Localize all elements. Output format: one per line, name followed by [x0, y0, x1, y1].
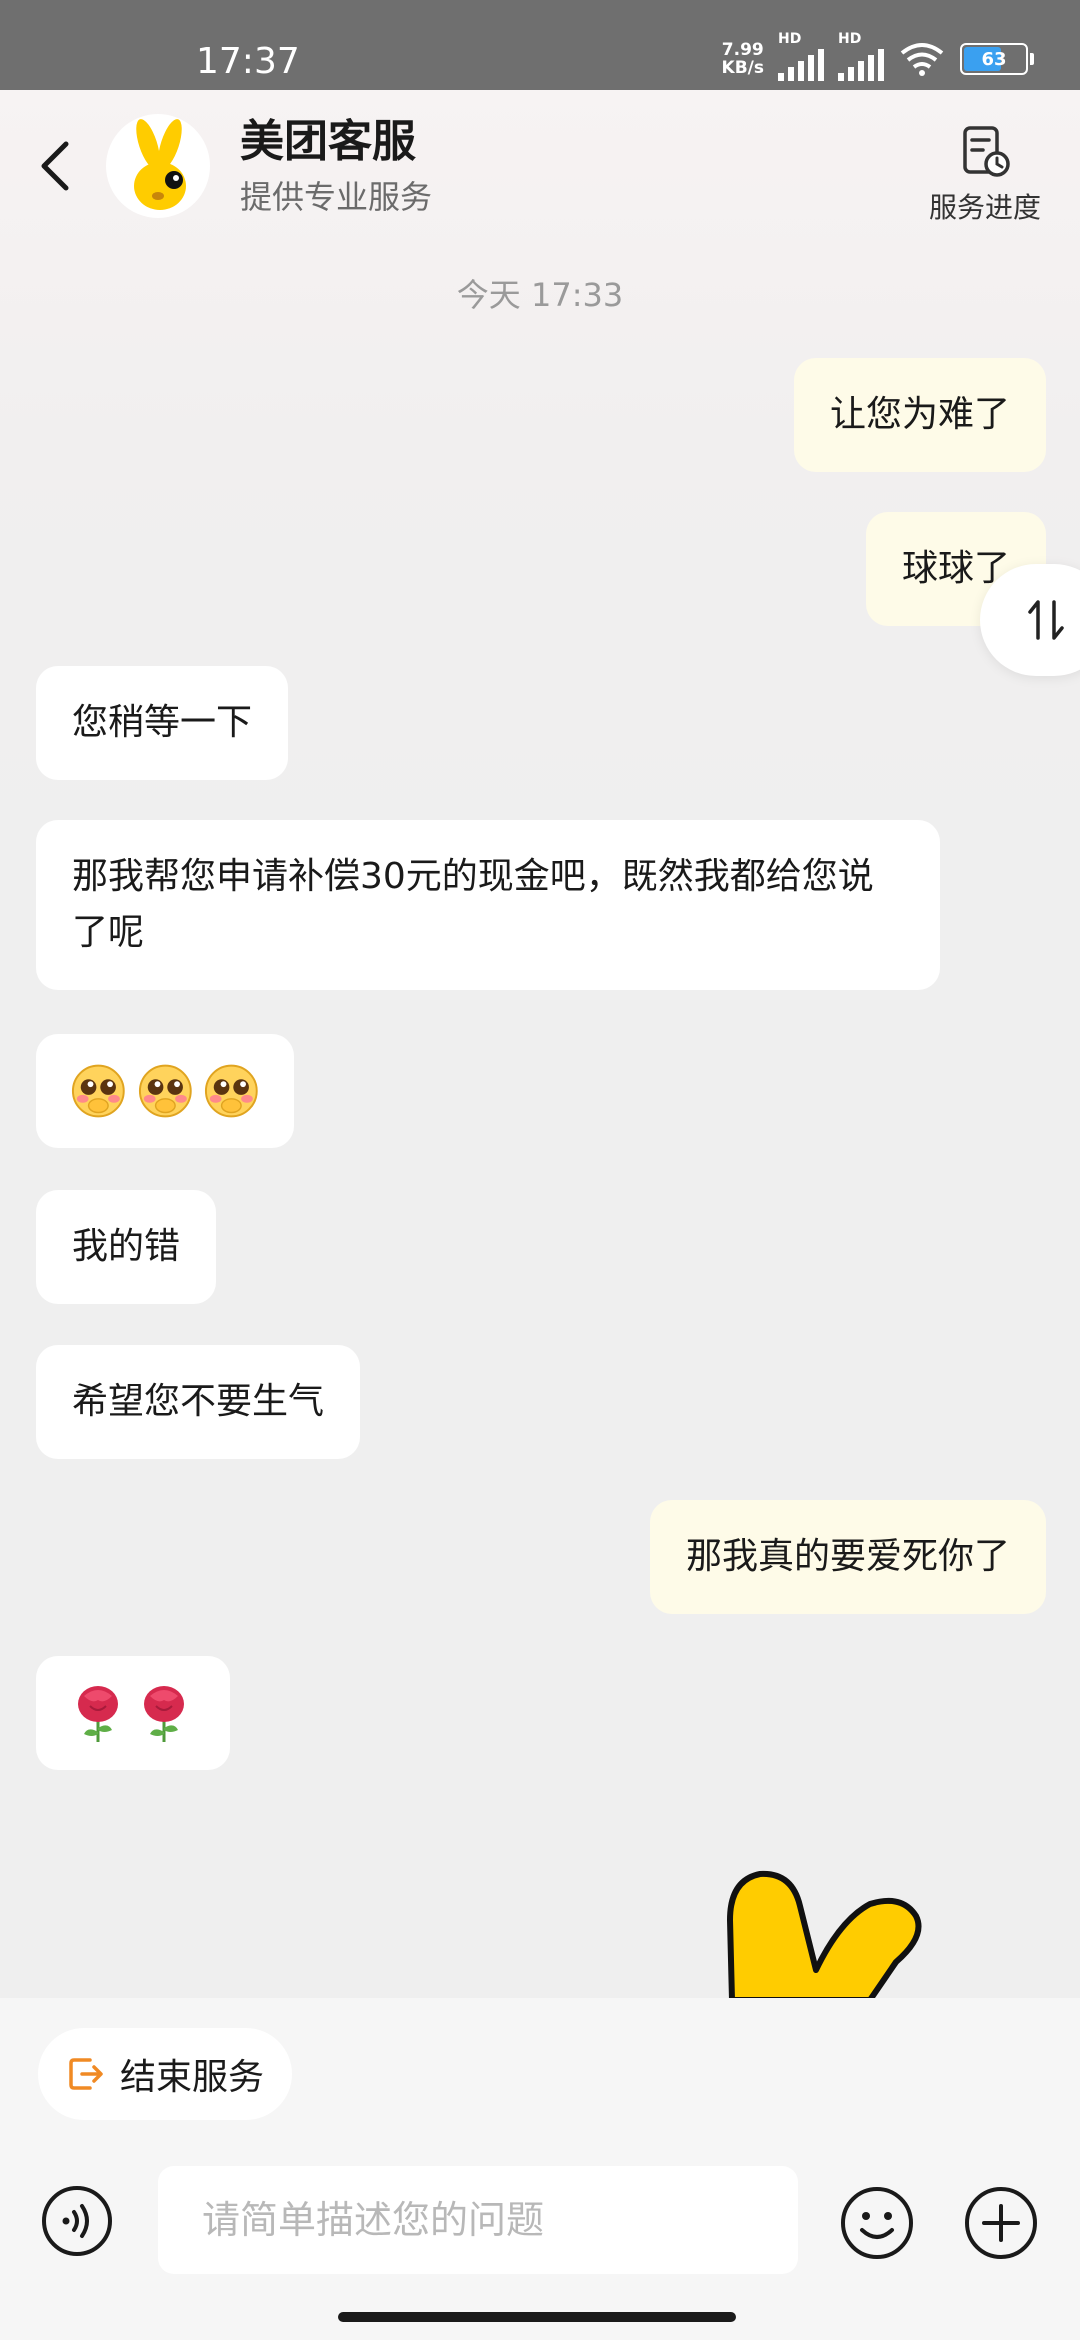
chat-title: 美团客服: [240, 116, 416, 167]
pleading-face-icon: [205, 1064, 259, 1118]
end-service-label: 结束服务: [120, 2057, 265, 2098]
avatar[interactable]: [106, 114, 210, 218]
network-speed-unit: KB/s: [721, 58, 764, 78]
message-timestamp: 今天 17:33: [456, 276, 624, 314]
message-bubble-sent[interactable]: 让您为难了: [793, 358, 1046, 472]
home-indicator[interactable]: [338, 2312, 736, 2322]
status-time: 17:37: [196, 41, 300, 82]
end-service-button[interactable]: 结束服务: [38, 2028, 293, 2120]
document-clock-icon: [963, 126, 1010, 177]
network-speed: 7.99 KB/s: [722, 41, 764, 77]
battery-level: 63: [981, 48, 1007, 70]
message-bubble-received[interactable]: 您稍等一下: [36, 666, 289, 780]
message-bubble-received[interactable]: 那我帮您申请补偿30元的现金吧，既然我都给您说了呢: [36, 820, 940, 990]
chat-header: 美团客服 提供专业服务 服务进度: [0, 90, 1080, 250]
pleading-face-icon: [71, 1064, 125, 1118]
sim1-hd-badge: HD: [778, 31, 802, 47]
status-bar: 17:37 7.99 KB/s HD HD 63: [0, 0, 1080, 90]
back-arrow-icon[interactable]: [28, 130, 84, 202]
signal-sim1-icon: HD: [778, 31, 824, 81]
message-bubble-received[interactable]: 希望您不要生气: [36, 1345, 361, 1459]
pleading-face-icon: [138, 1064, 192, 1118]
service-progress-label: 服务进度: [928, 191, 1041, 224]
status-icons: 7.99 KB/s HD HD 63: [722, 31, 1034, 84]
add-attachment-icon[interactable]: [962, 2184, 1040, 2262]
scroll-toggle-button[interactable]: [980, 564, 1080, 676]
message-bubble-received[interactable]: 我的错: [36, 1190, 217, 1304]
swap-vertical-icon: [1028, 600, 1064, 640]
wifi-icon: [900, 43, 944, 76]
message-bubble-sent[interactable]: 那我真的要爱死你了: [649, 1500, 1046, 1614]
rose-icon: [144, 1686, 184, 1742]
voice-input-icon[interactable]: [40, 2184, 114, 2258]
signal-sim2-icon: HD: [838, 31, 884, 81]
chat-area[interactable]: 美团客服 提供专业服务 服务进度 今天 17:33 让您为难了 球球了 您稍等一…: [0, 90, 1080, 1998]
message-input[interactable]: 请简单描述您的问题: [158, 2166, 798, 2274]
service-progress-button[interactable]: 服务进度: [920, 124, 1050, 226]
message-bubble-emoji[interactable]: [36, 1034, 294, 1148]
network-speed-value: 7.99: [721, 40, 764, 60]
battery-icon: 63: [960, 43, 1034, 75]
kangaroo-mascot-ears-icon: [727, 1870, 922, 1998]
rose-icon: [78, 1686, 118, 1742]
sim2-hd-badge: HD: [838, 31, 862, 47]
message-bubble-emoji[interactable]: [36, 1656, 230, 1770]
composer-area: 结束服务 请简单描述您的问题: [0, 1998, 1080, 2340]
meituan-kangaroo-icon: [134, 119, 186, 210]
emoji-picker-icon[interactable]: [838, 2184, 916, 2262]
exit-icon: [69, 2058, 103, 2090]
chat-subtitle: 提供专业服务: [240, 178, 433, 216]
